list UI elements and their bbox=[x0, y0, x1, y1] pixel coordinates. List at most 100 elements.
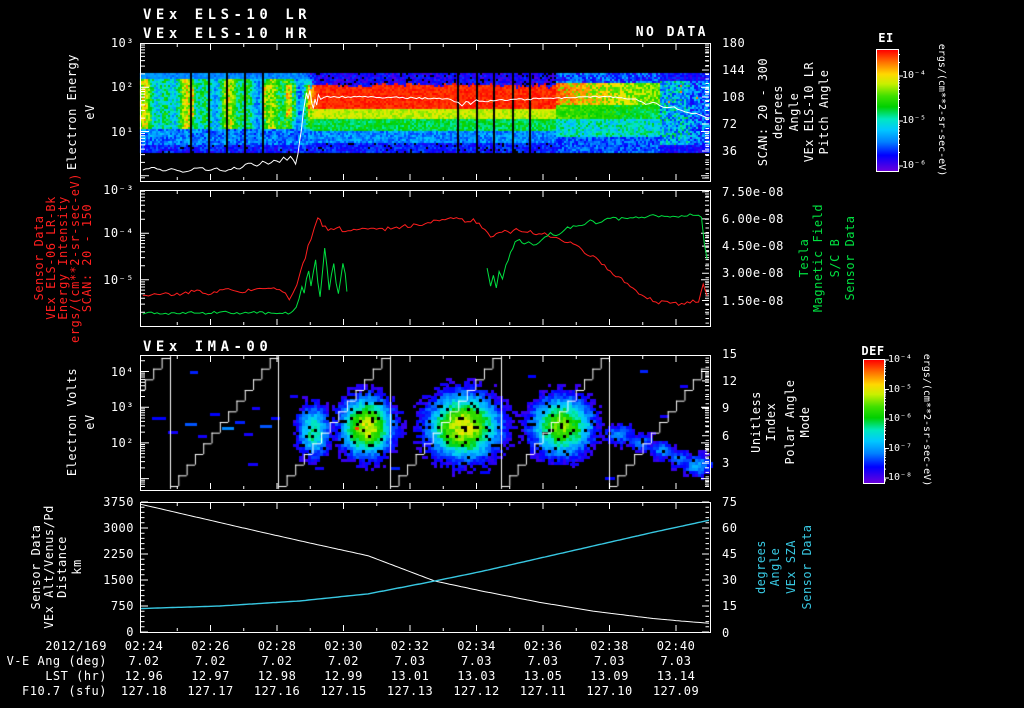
right-tick-label: 9 bbox=[722, 401, 730, 416]
left-tick-label: 10¹ bbox=[110, 124, 134, 139]
els-right-axis-title: Pitch Angle bbox=[817, 69, 831, 155]
ima-colorbar-label: DEF bbox=[861, 344, 885, 358]
table-value: 127.11 bbox=[519, 684, 567, 698]
table-value: 7.02 bbox=[328, 654, 359, 668]
table-value: 12.98 bbox=[257, 669, 297, 683]
table-value: 127.16 bbox=[253, 684, 301, 698]
right-tick-label: 15 bbox=[722, 346, 738, 361]
ima-colorbar-tick-label: 10⁻⁸ bbox=[888, 472, 913, 483]
ima-colorbar bbox=[863, 359, 885, 484]
table-value: 13.09 bbox=[590, 669, 629, 683]
table-value: 127.17 bbox=[187, 684, 234, 698]
left-tick-label: 1500 bbox=[103, 573, 134, 587]
ima-left-axis-title: eV bbox=[83, 414, 97, 430]
table-value: 7.03 bbox=[394, 654, 426, 668]
left-tick-label: 10² bbox=[110, 435, 134, 450]
left-tick-label: 10² bbox=[110, 80, 134, 95]
right-tick-label: 30 bbox=[722, 573, 738, 587]
els-right-axis-title: VEx ELS-10 LR bbox=[802, 61, 816, 163]
els-colorbar-label: EI bbox=[878, 31, 894, 45]
table-value: 12.99 bbox=[324, 669, 363, 683]
left-tick-label: 10⁻³ bbox=[103, 183, 134, 197]
right-tick-label: 45 bbox=[722, 547, 738, 561]
right-tick-label: 7.50e-08 bbox=[722, 184, 784, 199]
left-tick-label: 10⁻⁵ bbox=[103, 272, 134, 287]
table-value: 7.02 bbox=[128, 654, 160, 668]
panel-border-2 bbox=[140, 190, 711, 327]
table-value: 127.18 bbox=[120, 684, 168, 698]
table-value: 127.10 bbox=[586, 684, 633, 698]
table-value: 7.02 bbox=[195, 654, 226, 668]
table-value: 13.01 bbox=[390, 669, 430, 683]
time-label: 02:34 bbox=[457, 639, 496, 653]
row-label-lst: LST (hr) bbox=[45, 669, 107, 683]
table-value: 12.96 bbox=[124, 669, 164, 683]
right-tick-label: 4.50e-08 bbox=[722, 239, 784, 254]
table-value: 7.03 bbox=[660, 654, 692, 668]
right-tick-label: 1.50e-08 bbox=[722, 293, 784, 308]
table-value: 12.97 bbox=[191, 669, 230, 683]
els-left-axis-title: eV bbox=[83, 104, 97, 120]
intensity-left-axis-title: SCAN: 20 - 150 bbox=[80, 203, 94, 313]
bfield-right-axis-title: Magnetic Field bbox=[811, 203, 825, 313]
row-label-f107: F10.7 (sfu) bbox=[22, 684, 107, 698]
table-value: 7.02 bbox=[261, 654, 293, 668]
ima-colorbar-tick-label: 10⁻⁷ bbox=[888, 442, 913, 454]
position-left-axis-title: Sensor Data bbox=[29, 524, 43, 610]
right-tick-label: 75 bbox=[722, 495, 738, 509]
sza-right-axis-title: degrees bbox=[754, 539, 768, 595]
els-colorbar-tick-label: 10⁻⁴ bbox=[902, 70, 927, 81]
left-tick-label: 2250 bbox=[103, 547, 134, 561]
ima-right-axis-title: Polar Angle bbox=[783, 379, 797, 465]
right-tick-label: 36 bbox=[722, 144, 738, 158]
time-label: 02:24 bbox=[124, 639, 164, 653]
bfield-right-axis-title: S/C B bbox=[828, 238, 842, 278]
sza-right-axis-title: Sensor Data bbox=[800, 524, 814, 610]
ima-colorbar-tick-label: 10⁻⁴ bbox=[888, 354, 913, 365]
left-tick-label: 0 bbox=[126, 625, 134, 639]
els-title-line1: VEx ELS-10 LR bbox=[143, 7, 312, 23]
ima-colorbar-tick-label: 10⁻⁶ bbox=[888, 413, 913, 424]
time-label: 02:38 bbox=[590, 639, 629, 653]
right-tick-label: 3.00e-08 bbox=[722, 266, 784, 281]
time-label: 02:26 bbox=[191, 639, 230, 653]
right-tick-label: 6 bbox=[722, 428, 730, 443]
ima-right-axis-title: Mode bbox=[798, 406, 812, 438]
right-tick-label: 180 bbox=[722, 36, 746, 50]
right-tick-label: 6.00e-08 bbox=[722, 211, 784, 226]
table-value: 7.03 bbox=[461, 654, 492, 668]
left-tick-label: 3000 bbox=[103, 521, 134, 535]
right-tick-label: 72 bbox=[722, 117, 738, 131]
table-value: 13.03 bbox=[457, 669, 496, 683]
ima-right-axis-title: Index bbox=[764, 402, 778, 442]
els-left-axis-title: Electron Energy bbox=[65, 54, 79, 170]
right-tick-label: 12 bbox=[722, 373, 738, 388]
panel-border-1 bbox=[140, 43, 711, 182]
table-value: 127.13 bbox=[386, 684, 434, 698]
els-right-axis-title: SCAN: 20 - 300 bbox=[756, 57, 770, 167]
position-left-axis-title: km bbox=[70, 559, 84, 575]
table-value: 7.03 bbox=[594, 654, 625, 668]
ima-title: VEx IMA-00 bbox=[143, 339, 273, 355]
magnetic-field-line-1 bbox=[486, 213, 708, 289]
right-tick-label: 60 bbox=[722, 521, 738, 535]
right-tick-label: 108 bbox=[722, 90, 746, 104]
panel-border-3 bbox=[140, 355, 711, 491]
els-overlay-line bbox=[142, 90, 709, 173]
ima-colorbar-tick-label: 10⁻⁵ bbox=[888, 383, 913, 395]
time-label: 02:40 bbox=[656, 639, 696, 653]
time-label: 02:36 bbox=[523, 639, 563, 653]
left-tick-label: 10³ bbox=[110, 400, 134, 415]
right-tick-label: 15 bbox=[722, 599, 738, 613]
left-tick-label: 750 bbox=[110, 599, 134, 613]
table-value: 127.12 bbox=[453, 684, 500, 698]
energy-intensity-line bbox=[142, 217, 708, 307]
table-value: 13.14 bbox=[656, 669, 696, 683]
els-colorbar-unit: ergs/(cm**2-sr-sec-eV) bbox=[936, 43, 947, 177]
left-tick-label: 10⁻⁴ bbox=[103, 226, 134, 241]
magnetic-field-line-0 bbox=[142, 248, 348, 316]
ima-colorbar-unit: ergs/(cm**2-sr-sec-eV) bbox=[921, 353, 932, 487]
panel-border-4 bbox=[140, 502, 711, 633]
table-value: 7.03 bbox=[527, 654, 559, 668]
left-tick-label: 10³ bbox=[110, 36, 134, 50]
